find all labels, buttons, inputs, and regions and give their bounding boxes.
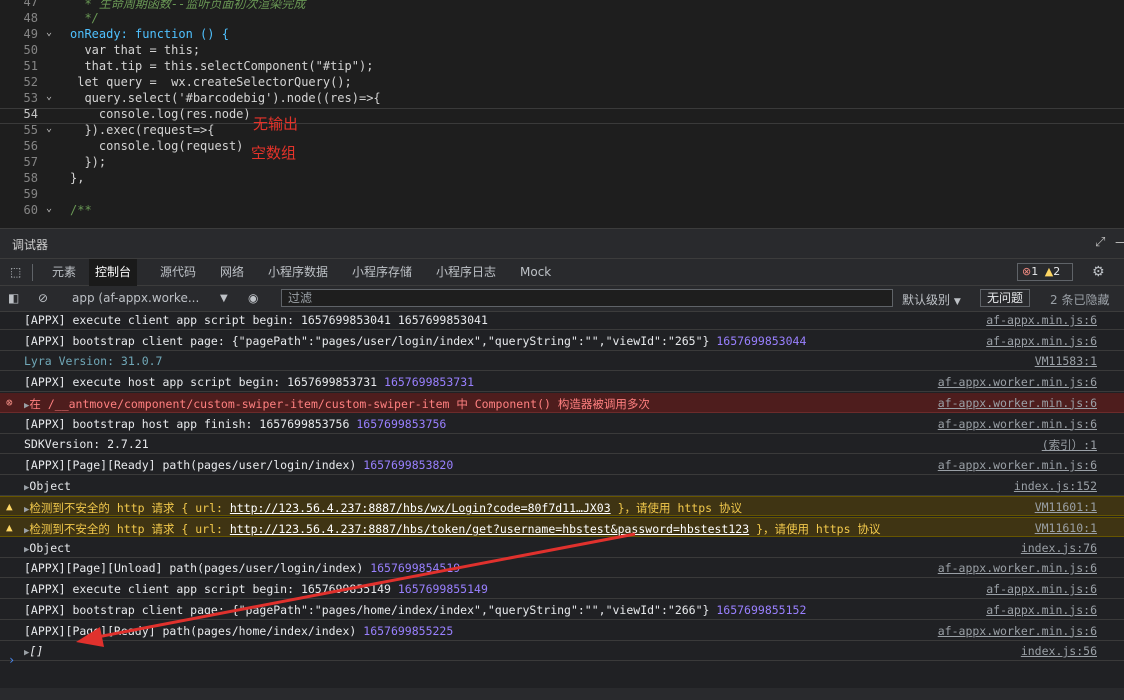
arrow-shaft — [91, 532, 636, 640]
arrow-head — [76, 627, 104, 647]
bottom-panel-strip — [0, 688, 1124, 700]
red-arrow-annotation — [76, 532, 636, 647]
